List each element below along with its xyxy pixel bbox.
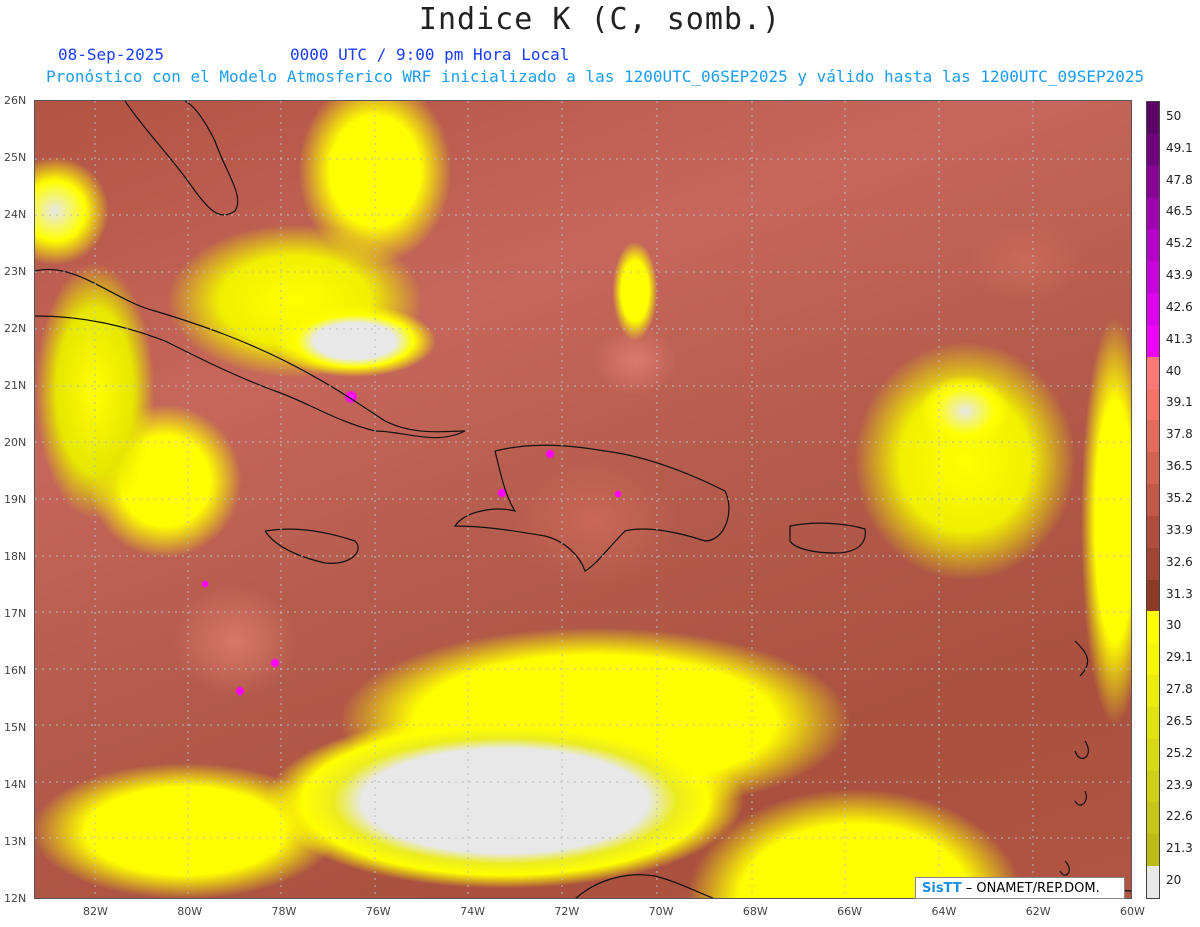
lat-label: 18N bbox=[4, 550, 27, 563]
map-title: Indice K (C, somb.) bbox=[418, 2, 782, 37]
lon-label: 82W bbox=[83, 905, 108, 918]
colorbar-label: 22.6 bbox=[1166, 809, 1193, 824]
colorbar-label: 25.2 bbox=[1166, 745, 1193, 760]
colorbar-label: 39.1 bbox=[1166, 395, 1193, 410]
cuba-coastline bbox=[35, 268, 466, 439]
lon-label: 66W bbox=[837, 905, 863, 918]
lat-label: 20N bbox=[4, 436, 27, 449]
lon-label: 62W bbox=[1025, 905, 1051, 918]
puerto-rico-coastline bbox=[789, 522, 866, 554]
lon-label: 74W bbox=[460, 905, 485, 918]
colorbar-segment bbox=[1147, 866, 1159, 899]
colorbar-segment bbox=[1147, 834, 1159, 867]
colorbar-segment bbox=[1147, 515, 1159, 549]
colorbar-segment bbox=[1147, 484, 1159, 517]
colorbar-label: 27.8 bbox=[1166, 682, 1193, 697]
colorbar-segment bbox=[1147, 547, 1159, 581]
colorbar-label: 41.3 bbox=[1166, 331, 1193, 346]
lat-label: 24N bbox=[4, 208, 27, 221]
forecast-time: 0000 UTC / 9:00 pm Hora Local bbox=[290, 45, 570, 64]
colorbar-segment bbox=[1147, 293, 1159, 326]
colorbar-segment bbox=[1147, 388, 1159, 421]
colorbar-label: 31.3 bbox=[1166, 586, 1193, 601]
colorbar-label: 35.2 bbox=[1166, 491, 1193, 505]
lat-label: 21N bbox=[4, 379, 27, 392]
lat-label: 23N bbox=[4, 265, 27, 278]
colorbar-segment bbox=[1147, 579, 1159, 612]
florida-coastline bbox=[124, 101, 239, 216]
lat-label: 12N bbox=[4, 892, 27, 905]
colorbar-label: 33.9 bbox=[1166, 522, 1193, 537]
credit-box: SisTT – ONAMET/REP.DOM. bbox=[915, 877, 1125, 899]
colorbar bbox=[1146, 101, 1160, 899]
colorbar-label: 32.6 bbox=[1166, 554, 1193, 569]
lat-label: 13N bbox=[4, 835, 27, 848]
colorbar-label: 47.8 bbox=[1166, 172, 1193, 187]
lon-label: 78W bbox=[271, 905, 297, 918]
lat-label: 16N bbox=[4, 664, 27, 677]
lat-label: 15N bbox=[4, 721, 27, 734]
colorbar-label: 37.8 bbox=[1166, 427, 1193, 442]
colorbar-label: 43.9 bbox=[1166, 268, 1193, 283]
colorbar-segment bbox=[1147, 133, 1159, 167]
colorbar-segment bbox=[1147, 420, 1159, 453]
colorbar-segment bbox=[1147, 165, 1159, 198]
colorbar-label: 45.2 bbox=[1166, 236, 1193, 251]
lat-label: 22N bbox=[4, 322, 27, 335]
colorbar-segment bbox=[1147, 706, 1159, 740]
colorbar-segment bbox=[1147, 802, 1159, 835]
credit-text: – ONAMET/REP.DOM. bbox=[961, 881, 1100, 896]
colorbar-segment bbox=[1147, 643, 1159, 676]
colorbar-segment bbox=[1147, 770, 1159, 803]
sistt-logo: SisTT bbox=[922, 881, 962, 896]
lon-label: 72W bbox=[554, 905, 580, 918]
colorbar-segment bbox=[1147, 102, 1159, 135]
colorbar-segment bbox=[1147, 611, 1159, 644]
lon-label: 76W bbox=[365, 905, 391, 918]
model-info: Pronóstico con el Modelo Atmosferico WRF… bbox=[46, 67, 1145, 86]
graticule bbox=[35, 101, 1132, 899]
coastlines bbox=[35, 101, 1132, 899]
colorbar-segment bbox=[1147, 452, 1159, 485]
jamaica-coastline bbox=[264, 528, 359, 564]
colorbar-label: 30 bbox=[1166, 618, 1182, 633]
lat-label: 25N bbox=[4, 151, 27, 164]
lon-label: 68W bbox=[742, 905, 768, 918]
lat-label: 14N bbox=[4, 778, 27, 791]
colorbar-label: 49.1 bbox=[1166, 140, 1193, 155]
lon-label: 70W bbox=[648, 905, 674, 918]
colorbar-label: 20 bbox=[1166, 873, 1182, 888]
colorbar-label: 21.3 bbox=[1166, 841, 1193, 856]
colorbar-segment bbox=[1147, 356, 1159, 390]
colorbar-label: 42.6 bbox=[1166, 299, 1193, 314]
colorbar-label: 50 bbox=[1166, 108, 1182, 123]
hispaniola-coastline bbox=[453, 444, 730, 572]
colorbar-segment bbox=[1147, 324, 1159, 358]
colorbar-label: 23.9 bbox=[1166, 777, 1193, 792]
colorbar-segment bbox=[1147, 675, 1159, 708]
colorbar-label: 29.1 bbox=[1166, 650, 1193, 665]
colorbar-segment bbox=[1147, 229, 1159, 262]
lat-label: 17N bbox=[4, 607, 27, 620]
lon-label: 60W bbox=[1120, 905, 1145, 918]
forecast-date: 08-Sep-2025 bbox=[58, 45, 164, 64]
colorbar-segment bbox=[1147, 197, 1159, 230]
colorbar-label: 46.5 bbox=[1166, 204, 1193, 219]
k-index-map[interactable] bbox=[35, 101, 1132, 899]
colorbar-label: 36.5 bbox=[1166, 459, 1193, 474]
colorbar-label: 40 bbox=[1166, 363, 1182, 378]
colorbar-segment bbox=[1147, 738, 1159, 772]
lat-label: 19N bbox=[4, 493, 27, 506]
lat-label: 26N bbox=[4, 94, 27, 107]
colorbar-segment bbox=[1147, 261, 1159, 294]
lon-label: 80W bbox=[177, 905, 203, 918]
lesser-antilles-coastline bbox=[1059, 640, 1089, 876]
colorbar-label: 26.5 bbox=[1166, 713, 1193, 728]
lon-label: 64W bbox=[931, 905, 957, 918]
